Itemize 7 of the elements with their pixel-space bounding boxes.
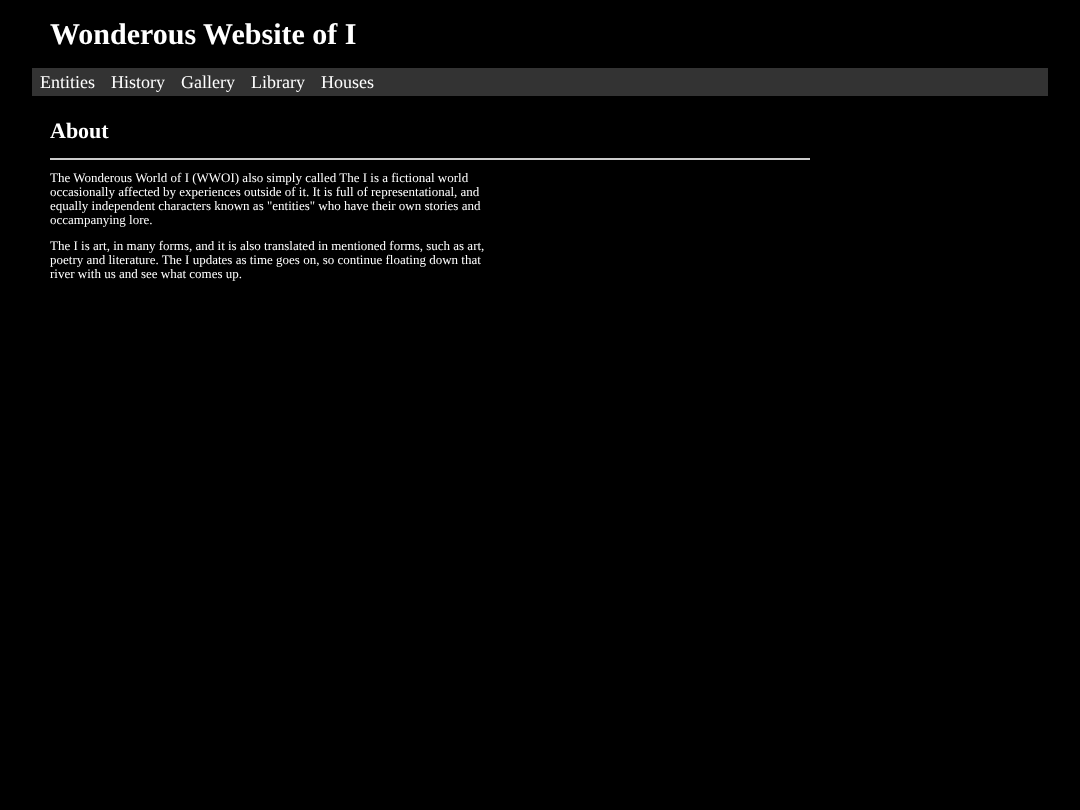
site-title: Wonderous Website of I bbox=[50, 20, 357, 54]
nav-link[interactable]: Library bbox=[251, 71, 305, 93]
section-heading: About bbox=[50, 120, 109, 146]
nav-link[interactable]: Gallery bbox=[181, 71, 235, 93]
nav-link[interactable]: Entities bbox=[40, 71, 95, 93]
nav-link[interactable]: Houses bbox=[321, 71, 374, 93]
nav-link[interactable]: History bbox=[111, 71, 165, 93]
